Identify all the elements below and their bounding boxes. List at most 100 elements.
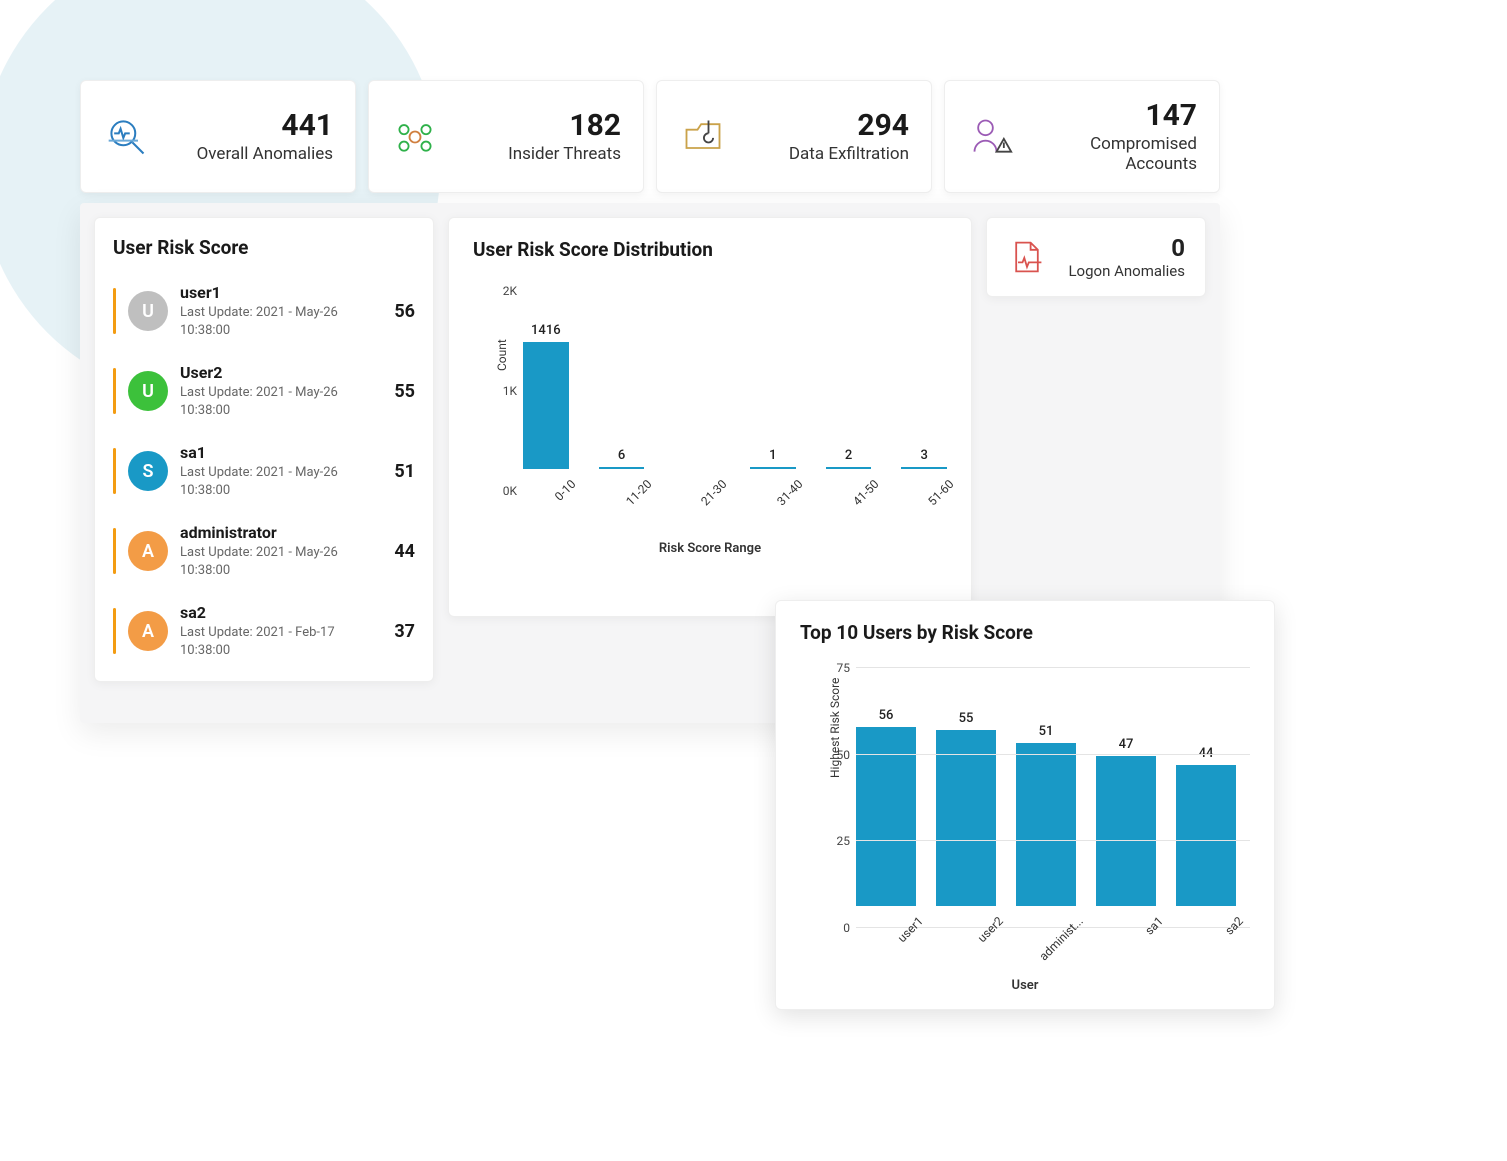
panel-title: User Risk Score Distribution (473, 238, 947, 261)
metric-value: 0 (1061, 234, 1185, 262)
bar-value-label: 6 (618, 448, 625, 463)
gridline (856, 754, 1250, 755)
bar[interactable]: 611-20 (599, 448, 645, 491)
user-risk-item[interactable]: U User2 Last Update: 2021 - May-26 10:38:0… (113, 353, 415, 433)
metric-value: 294 (745, 109, 909, 142)
user-score: 56 (394, 301, 415, 322)
metric-compromised-accounts[interactable]: 147 Compromised Accounts (944, 80, 1220, 193)
bar-category-label: 11-20 (612, 477, 654, 519)
y-axis-label: Count (495, 339, 509, 371)
user-info: administrator Last Update: 2021 - May-26 … (180, 523, 382, 579)
bar[interactable]: 241-50 (826, 448, 872, 491)
user-avatar: S (128, 451, 168, 491)
bar-category-label: 51-60 (915, 477, 957, 519)
y-axis-label: Highest Risk Score (828, 678, 842, 778)
distribution-chart: 0K1K2K Count 14160-10611-20 21-30131-402… (523, 291, 947, 491)
user-last-update: Last Update: 2021 - Feb-17 10:38:00 (180, 624, 382, 659)
metric-label: Data Exfiltration (745, 144, 909, 164)
bar-rect (1016, 743, 1076, 906)
bar[interactable]: 21-30 (674, 450, 720, 491)
bar-value-label: 2 (845, 448, 852, 463)
user-risk-item[interactable]: Aadministrator Last Update: 2021 - May-26… (113, 513, 415, 593)
user-name: administrator (180, 523, 382, 542)
metric-label: Logon Anomalies (1061, 262, 1185, 280)
risk-indicator-bar (113, 608, 116, 654)
user-score: 55 (394, 381, 415, 402)
user-last-update: Last Update: 2021 - May-26 10:38:00 (180, 544, 382, 579)
top-10-users-panel: Top 10 Users by Risk Score 0255075 Highe… (775, 600, 1275, 1010)
y-tick: 2K (503, 284, 517, 298)
user-avatar: U (128, 371, 168, 411)
user-name: sa1 (180, 443, 382, 462)
people-group-icon (391, 113, 439, 161)
bar-value-label: 55 (959, 711, 974, 726)
bar-category-label: user2 (954, 914, 1006, 966)
risk-indicator-bar (113, 448, 116, 494)
bar-rect (750, 467, 796, 469)
panel-title: User Risk Score (113, 236, 415, 259)
bar-category-label: sa2 (1194, 914, 1246, 966)
user-info: sa2 Last Update: 2021 - Feb-17 10:38:00 (180, 603, 382, 659)
risk-indicator-bar (113, 368, 116, 414)
bar-rect (523, 342, 569, 469)
bar-rect (826, 467, 872, 469)
bar-category-label: 31-40 (763, 477, 805, 519)
user-risk-item[interactable]: Asa2 Last Update: 2021 - Feb-17 10:38:00 3… (113, 593, 415, 673)
y-tick: 0K (503, 484, 517, 498)
metric-data-exfiltration[interactable]: 294 Data Exfiltration (656, 80, 932, 193)
bar[interactable]: 56user1 (856, 708, 916, 928)
bar-category-label: 21-30 (688, 477, 730, 519)
metric-value: 441 (169, 109, 333, 142)
bar[interactable]: 44sa2 (1176, 746, 1236, 928)
bar[interactable]: 351-60 (901, 448, 947, 491)
bar[interactable]: 131-40 (750, 448, 796, 491)
user-risk-item[interactable]: Ssa1Last Update: 2021 - May-26 10:38:00 5… (113, 433, 415, 513)
bar[interactable]: 14160-10 (523, 323, 569, 491)
user-score: 44 (394, 541, 415, 562)
user-avatar: A (128, 611, 168, 651)
top10-chart: 0255075 Highest Risk Score 56user155user… (856, 668, 1250, 928)
bar[interactable]: 47sa1 (1096, 737, 1156, 928)
y-tick: 75 (837, 661, 851, 675)
bar-value-label: 1416 (531, 323, 561, 338)
bar-value-label (696, 450, 699, 465)
user-name: user1 (180, 283, 382, 302)
metric-label: Overall Anomalies (169, 144, 333, 164)
metric-label: Insider Threats (457, 144, 621, 164)
metric-insider-threats[interactable]: 182 Insider Threats (368, 80, 644, 193)
bar-rect (599, 467, 645, 469)
x-axis-label: Risk Score Range (473, 541, 947, 556)
y-tick: 25 (837, 834, 851, 848)
user-risk-list: Uuser1Last Update: 2021 - May-26 10:38:0… (113, 273, 415, 673)
bar-rect (936, 730, 996, 906)
user-last-update: Last Update: 2021 - May-26 10:38:00 (180, 384, 382, 419)
y-tick: 1K (503, 384, 517, 398)
bar-category-label: sa1 (1114, 914, 1166, 966)
bar-value-label: 3 (921, 448, 928, 463)
user-score: 37 (394, 621, 415, 642)
folder-hook-icon (679, 113, 727, 161)
metric-overall-anomalies[interactable]: 441 Overall Anomalies (80, 80, 356, 193)
user-info: user1Last Update: 2021 - May-26 10:38:00 (180, 283, 382, 339)
user-avatar: A (128, 531, 168, 571)
user-avatar: U (128, 291, 168, 331)
bar[interactable]: 55user2 (936, 711, 996, 928)
bar-category-label: 41-50 (839, 477, 881, 519)
bar-rect (1096, 756, 1156, 906)
bar-value-label: 47 (1119, 737, 1134, 752)
bar-value-label: 56 (879, 708, 894, 723)
bar-category-label: user1 (874, 914, 926, 966)
metric-logon-anomalies[interactable]: 0 Logon Anomalies (986, 217, 1206, 297)
user-name: User2 (180, 363, 382, 382)
user-name: sa2 (180, 603, 382, 622)
bar-rect (901, 467, 947, 469)
bar-category-label: administ... (1034, 914, 1086, 966)
dashboard: 441 Overall Anomalies 182 Insider Threat… (80, 80, 1220, 723)
panel-title: Top 10 Users by Risk Score (800, 621, 1250, 644)
user-risk-item[interactable]: Uuser1Last Update: 2021 - May-26 10:38:0… (113, 273, 415, 353)
y-axis: 0K1K2K (481, 291, 521, 491)
metrics-row: 441 Overall Anomalies 182 Insider Threat… (80, 80, 1220, 193)
gridline (856, 667, 1250, 668)
user-info: sa1Last Update: 2021 - May-26 10:38:00 (180, 443, 382, 499)
user-score: 51 (394, 461, 415, 482)
